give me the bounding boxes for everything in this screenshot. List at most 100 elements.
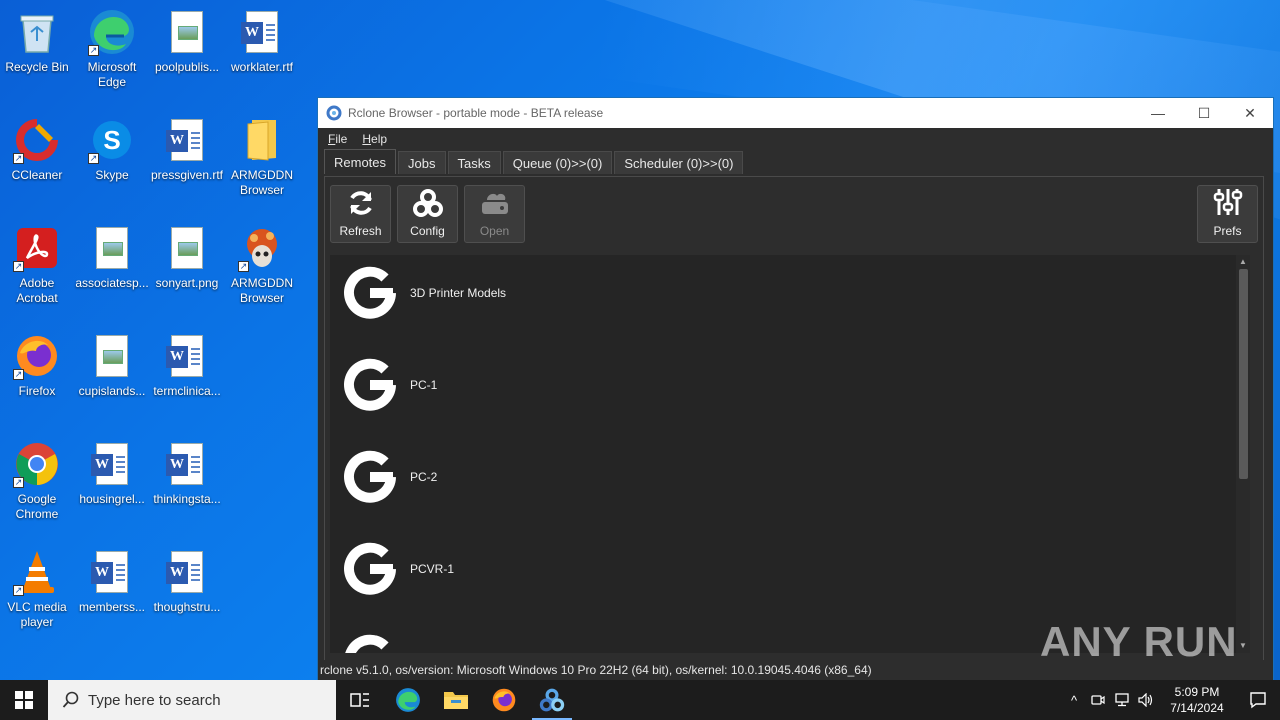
desktop-icon-skype[interactable]: S ↗ Skype: [75, 116, 149, 183]
desktop-icon-label: termclinica...: [153, 384, 221, 398]
desktop-icon-acrobat[interactable]: ↗ Adobe Acrobat: [0, 224, 74, 306]
desktop-icon-thoughstru[interactable]: W thoughstru...: [150, 548, 224, 615]
word-file-icon: W: [163, 440, 211, 488]
remote-row[interactable]: PCVR-1: [330, 523, 1230, 615]
minimize-button[interactable]: —: [1135, 98, 1181, 128]
prefs-button[interactable]: Prefs: [1197, 185, 1258, 243]
clock-time: 5:09 PM: [1174, 685, 1220, 699]
scrollbar-thumb[interactable]: [1239, 269, 1248, 479]
desktop-icon-label: associatesp...: [75, 276, 149, 290]
menu-help-label: elp: [371, 131, 388, 146]
rclone-browser-window: Rclone Browser - portable mode - BETA re…: [317, 97, 1274, 681]
maximize-button[interactable]: ☐: [1181, 98, 1227, 128]
open-drive-icon: [481, 193, 508, 214]
action-center-button[interactable]: [1236, 680, 1280, 720]
volume-icon[interactable]: [1134, 680, 1158, 720]
taskbar-firefox[interactable]: [480, 680, 528, 720]
config-button[interactable]: Config: [397, 185, 458, 243]
meet-now-icon[interactable]: [1086, 680, 1110, 720]
rclone-logo-icon: [539, 688, 565, 712]
vlc-icon: ↗: [13, 548, 61, 596]
word-file-icon: W: [163, 116, 211, 164]
desktop-icon-associatesp[interactable]: associatesp...: [75, 224, 149, 291]
remotes-panel: Refresh Config Open Prefs 3D Printer Mod…: [324, 176, 1264, 670]
ccleaner-icon: ↗: [13, 116, 61, 164]
desktop-icon-firefox[interactable]: ↗ Firefox: [0, 332, 74, 399]
remote-row[interactable]: PC-1: [330, 339, 1230, 431]
taskbar-rclone-browser[interactable]: [528, 680, 576, 720]
word-file-icon: W: [163, 332, 211, 380]
open-button[interactable]: Open: [464, 185, 525, 243]
desktop-icon-label: pressgiven.rtf: [150, 168, 224, 182]
network-icon[interactable]: [1110, 680, 1134, 720]
remote-row[interactable]: PC-2: [330, 431, 1230, 523]
window-titlebar[interactable]: Rclone Browser - portable mode - BETA re…: [318, 98, 1273, 128]
taskbar-clock[interactable]: 5:09 PM 7/14/2024: [1158, 684, 1236, 716]
tab-tasks[interactable]: Tasks: [447, 151, 501, 174]
desktop-icon-armgddn-folder[interactable]: ARMGDDN Browser: [225, 116, 299, 198]
chrome-icon: ↗: [13, 440, 61, 488]
menu-file[interactable]: File: [323, 132, 352, 146]
taskbar-search-box[interactable]: Type here to search: [48, 680, 336, 720]
desktop-icon-label: sonyart.png: [155, 276, 219, 290]
taskbar-file-explorer[interactable]: [432, 680, 480, 720]
desktop-icon-pressgiven[interactable]: W pressgiven.rtf: [150, 116, 224, 183]
close-button[interactable]: ✕: [1227, 98, 1273, 128]
refresh-button[interactable]: Refresh: [330, 185, 391, 243]
taskbar-edge[interactable]: [384, 680, 432, 720]
firefox-icon: [492, 688, 516, 712]
show-hidden-icons-chevron-icon[interactable]: ^: [1062, 680, 1086, 720]
desktop-icon-poolpublis[interactable]: poolpublis...: [150, 8, 224, 75]
desktop-icon-memberss[interactable]: W memberss...: [75, 548, 149, 615]
desktop-icon-label: Recycle Bin: [5, 60, 69, 74]
notification-icon: [1250, 692, 1266, 709]
word-file-icon: W: [163, 548, 211, 596]
scroll-up-icon[interactable]: ▲: [1238, 257, 1248, 267]
desktop-icon-label: worklater.rtf: [230, 60, 293, 74]
remote-name: 3D Printer Models: [410, 286, 507, 300]
google-drive-g-icon: [344, 542, 396, 595]
desktop-icon-label: Adobe Acrobat: [16, 276, 58, 305]
svg-text:S: S: [103, 125, 120, 155]
remotes-scrollbar[interactable]: ▲ ▼: [1236, 255, 1250, 653]
edge-icon: ↗: [88, 8, 136, 56]
prefs-label: Prefs: [1213, 224, 1242, 238]
desktop-icon-cupislands[interactable]: cupislands...: [75, 332, 149, 399]
desktop-icon-vlc[interactable]: ↗ VLC media player: [0, 548, 74, 630]
desktop-icon-ccleaner[interactable]: ↗ CCleaner: [0, 116, 74, 183]
remote-name: PCVR-1: [410, 562, 455, 576]
desktop-icon-worklater[interactable]: W worklater.rtf: [225, 8, 299, 75]
tab-scheduler[interactable]: Scheduler (0)>>(0): [614, 151, 744, 174]
tab-jobs[interactable]: Jobs: [398, 151, 446, 174]
rclone-logo-icon: [326, 105, 342, 121]
menu-help[interactable]: Help: [357, 132, 392, 146]
desktop-icon-termclinica[interactable]: W termclinica...: [150, 332, 224, 399]
desktop-icon-armgddn-browser[interactable]: ↗ ARMGDDN Browser: [225, 224, 299, 306]
desktop-icon-sonyart[interactable]: sonyart.png: [150, 224, 224, 291]
system-tray: ^ 5:09 PM 7/14/2024: [1062, 680, 1280, 720]
desktop-icon-housingrel[interactable]: W housingrel...: [75, 440, 149, 507]
menu-file-label: ile: [335, 131, 348, 146]
desktop-icon-label: VLC media player: [7, 600, 67, 629]
desktop-icon-edge[interactable]: ↗ Microsoft Edge: [75, 8, 149, 90]
desktop-icon-chrome[interactable]: ↗ Google Chrome: [0, 440, 74, 522]
desktop-icon-thinkingsta[interactable]: W thinkingsta...: [150, 440, 224, 507]
image-file-icon: [163, 8, 211, 56]
desktop-icon-label: ARMGDDN Browser: [231, 168, 293, 197]
desktop-icon-label: thoughstru...: [153, 600, 221, 614]
remote-row[interactable]: 3D Printer Models: [330, 255, 1230, 339]
windows-logo-icon: [15, 691, 33, 709]
prefs-sliders-icon: [1213, 189, 1242, 215]
remote-name: PC-2: [410, 470, 438, 484]
desktop-icon-label: Microsoft Edge: [87, 60, 137, 89]
desktop-icon-label: housingrel...: [79, 492, 145, 506]
desktop-icon-recycle-bin[interactable]: Recycle Bin: [0, 8, 74, 75]
tab-queue[interactable]: Queue (0)>>(0): [502, 151, 613, 174]
menubar: File Help: [318, 128, 1273, 149]
start-button[interactable]: [0, 680, 48, 720]
task-view-button[interactable]: [336, 680, 384, 720]
word-file-icon: W: [88, 440, 136, 488]
desktop-icon-label: poolpublis...: [154, 60, 220, 74]
tab-remotes[interactable]: Remotes: [324, 149, 397, 174]
desktop-icon-label: thinkingsta...: [153, 492, 221, 506]
